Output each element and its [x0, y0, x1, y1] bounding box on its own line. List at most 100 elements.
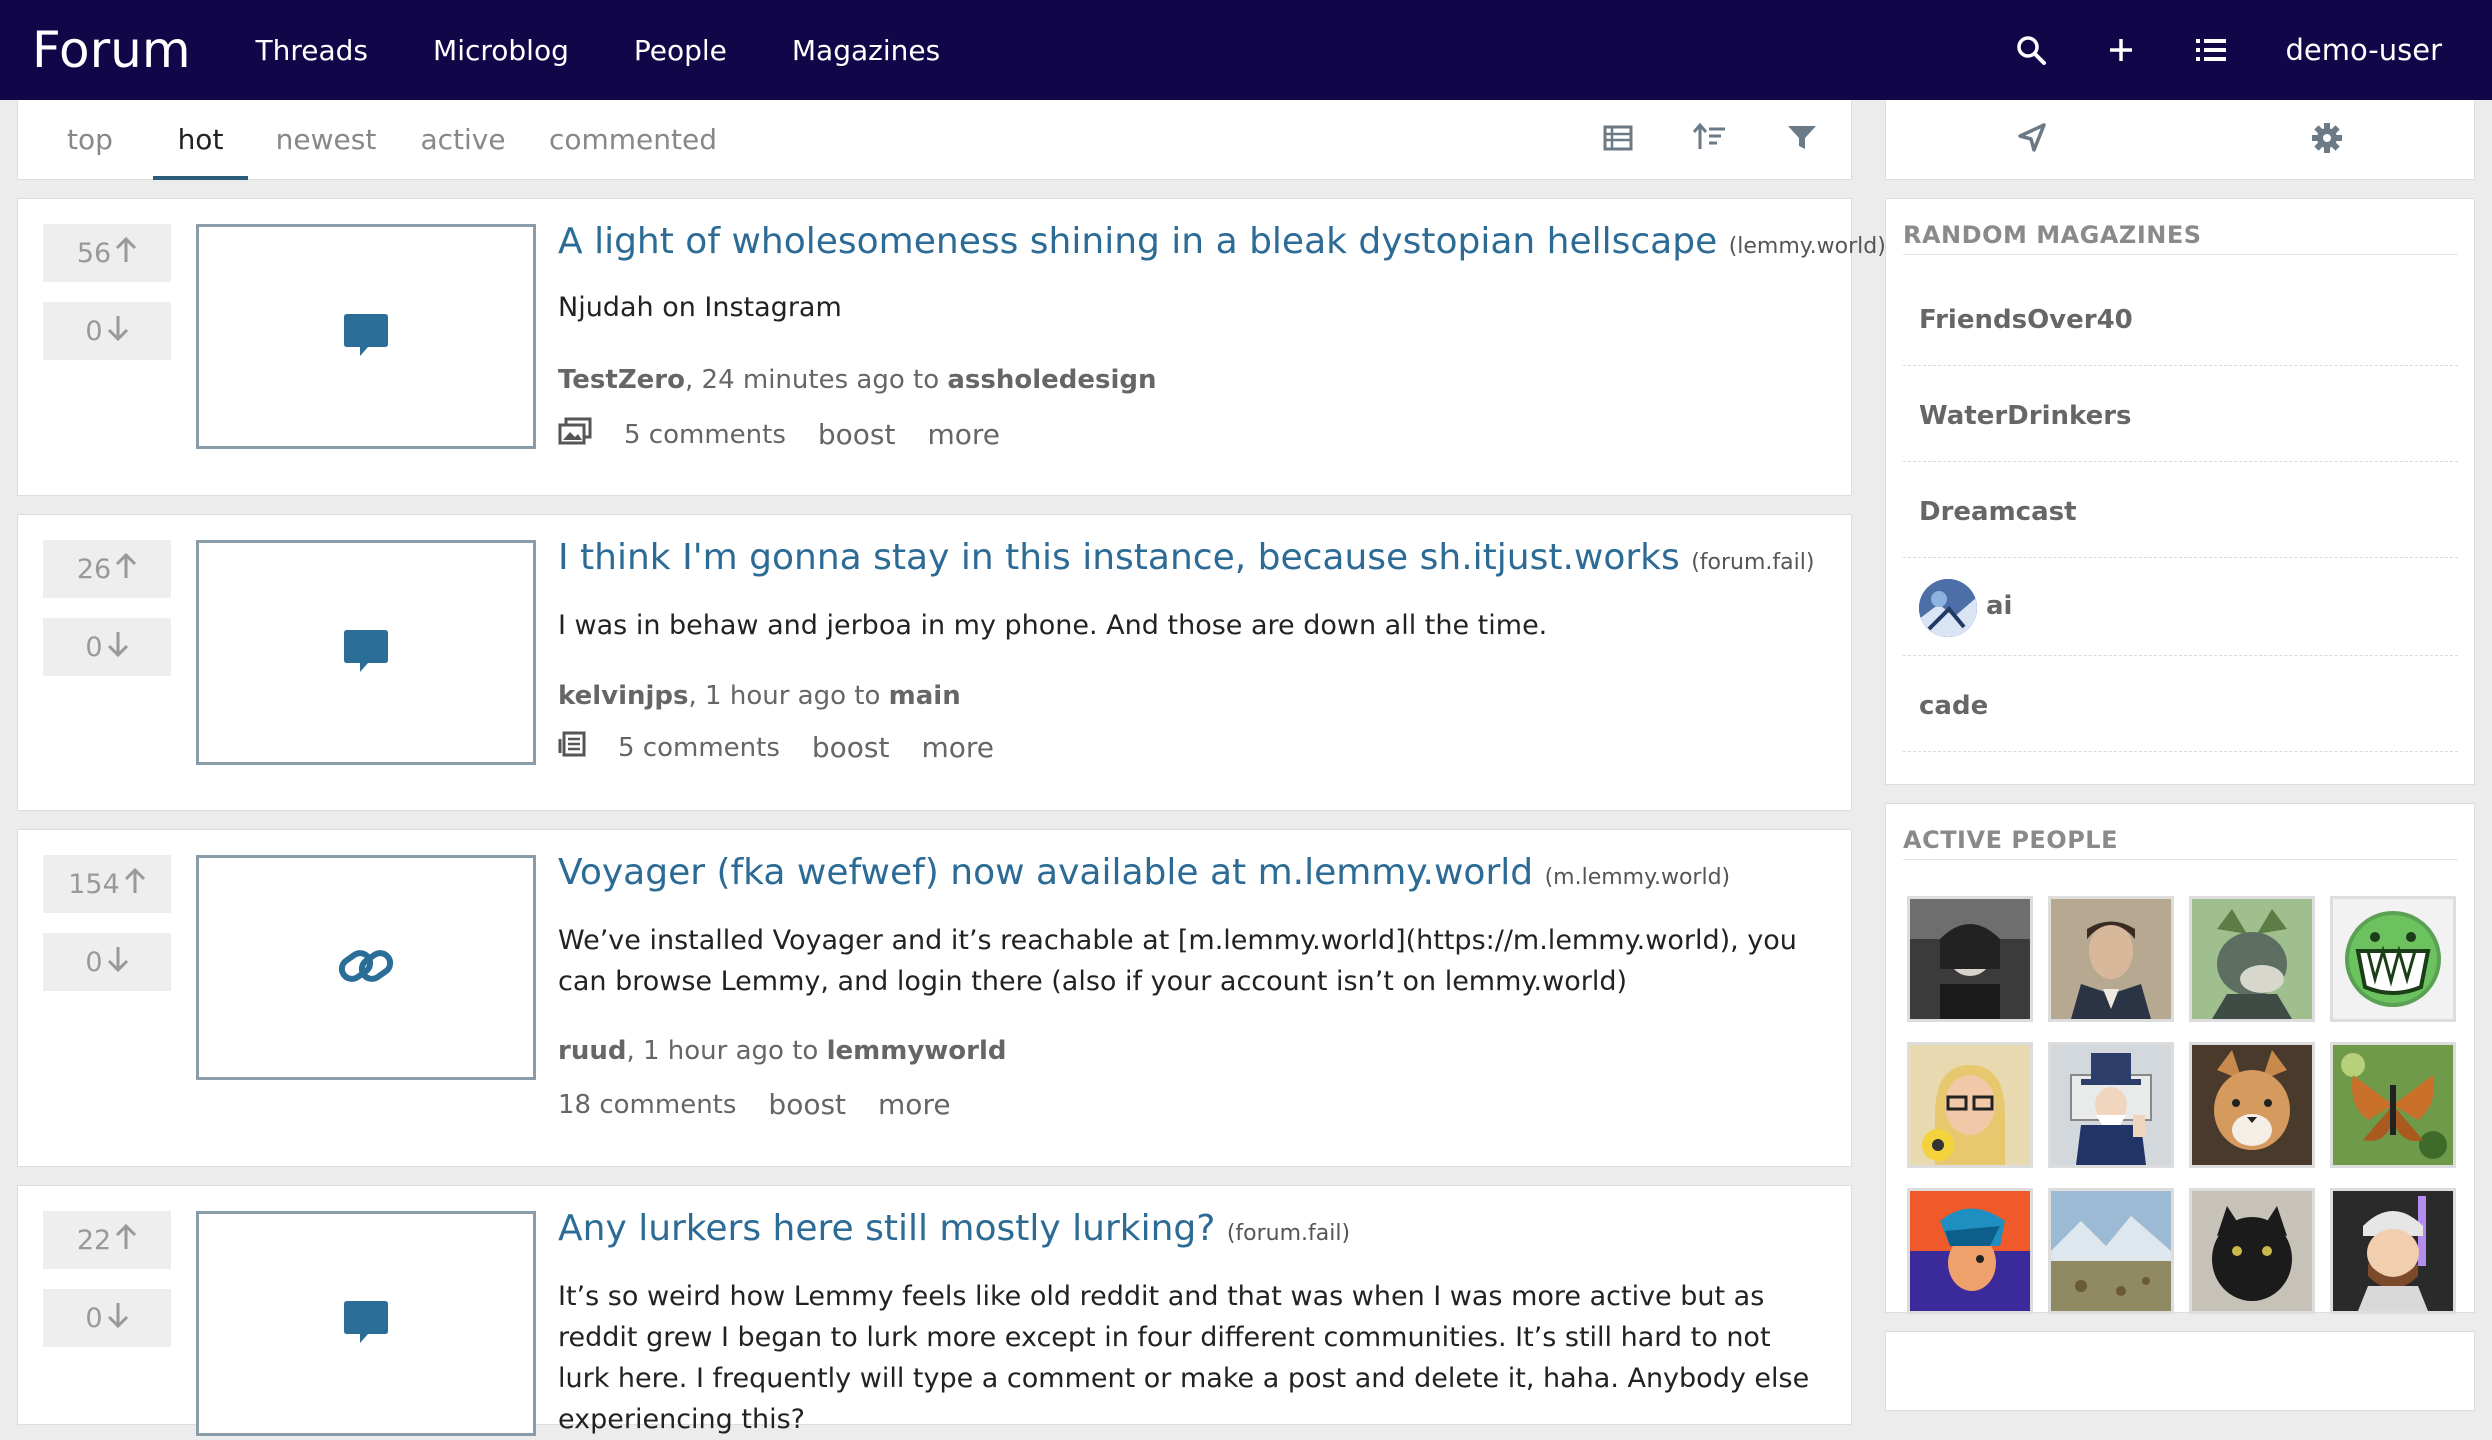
post-actions: 5 comments boost more: [558, 731, 1026, 764]
comment-icon: [342, 1299, 390, 1349]
nav-microblog[interactable]: Microblog: [433, 34, 569, 67]
post-domain[interactable]: (lemmy.world): [1729, 234, 1886, 259]
arrow-up-icon: [124, 868, 146, 901]
divider: [1903, 751, 2458, 752]
post-author[interactable]: kelvinjps: [558, 681, 689, 711]
user-menu[interactable]: demo-user: [2286, 33, 2443, 67]
upvote-button[interactable]: 154: [43, 855, 171, 913]
user-avatar[interactable]: [2330, 896, 2456, 1022]
more-button[interactable]: more: [878, 1088, 951, 1121]
more-button[interactable]: more: [928, 418, 1001, 451]
sidebar-panel: [1885, 1331, 2475, 1411]
post-card: 56 0 A light of wholesomeness shining in…: [17, 198, 1852, 496]
filter-icon[interactable]: [1786, 122, 1826, 162]
arrow-up-icon: [115, 553, 137, 586]
post-body: I was in behaw and jerboa in my phone. A…: [558, 605, 1828, 646]
boost-button[interactable]: boost: [812, 731, 890, 764]
nav-people[interactable]: People: [634, 34, 727, 67]
more-button[interactable]: more: [922, 731, 995, 764]
nav-threads[interactable]: Threads: [256, 34, 369, 67]
nav-magazines[interactable]: Magazines: [792, 34, 940, 67]
divider: [1903, 461, 2458, 462]
post-domain[interactable]: (m.lemmy.world): [1545, 865, 1731, 890]
sort-icon[interactable]: [1693, 122, 1733, 162]
magazine-link[interactable]: FriendsOver40: [1919, 305, 2133, 335]
comment-icon: [342, 628, 390, 678]
gear-icon[interactable]: [2311, 122, 2343, 158]
comments-link[interactable]: 18 comments: [558, 1090, 736, 1120]
brand-logo[interactable]: Forum: [32, 21, 191, 79]
divider: [1903, 365, 2458, 366]
post-meta: kelvinjps, 1 hour ago to main: [558, 681, 961, 711]
post-title[interactable]: I think I'm gonna stay in this instance,…: [558, 537, 1814, 578]
post-author[interactable]: ruud: [558, 1036, 626, 1066]
downvote-button[interactable]: 0: [43, 1289, 171, 1347]
downvote-button[interactable]: 0: [43, 933, 171, 991]
user-avatar[interactable]: [2330, 1042, 2456, 1168]
post-title[interactable]: A light of wholesomeness shining in a bl…: [558, 221, 1886, 262]
comment-icon: [342, 312, 390, 362]
user-avatar[interactable]: [2330, 1188, 2456, 1314]
tab-newest[interactable]: newest: [266, 100, 386, 180]
sidebar-actions: [1885, 100, 2475, 180]
post-card: 22 0 Any lurkers here still mostly lurki…: [17, 1185, 1852, 1425]
magazine-link[interactable]: WaterDrinkers: [1919, 401, 2132, 431]
divider: [1903, 254, 2458, 255]
upvote-button[interactable]: 26: [43, 540, 171, 598]
magazine-link[interactable]: ai: [1986, 591, 2012, 621]
downvote-button[interactable]: 0: [43, 618, 171, 676]
user-avatar[interactable]: [1907, 896, 2033, 1022]
tab-commented[interactable]: commented: [538, 100, 728, 180]
comments-link[interactable]: 5 comments: [618, 733, 780, 763]
post-meta: ruud, 1 hour ago to lemmyworld: [558, 1036, 1007, 1066]
user-avatar[interactable]: [2048, 1042, 2174, 1168]
post-domain[interactable]: (forum.fail): [1227, 1221, 1350, 1246]
user-avatar[interactable]: [2189, 1042, 2315, 1168]
post-card: 26 0 I think I'm gonna stay in this inst…: [17, 514, 1852, 811]
boost-button[interactable]: boost: [818, 418, 896, 451]
user-avatar[interactable]: [2048, 896, 2174, 1022]
user-avatar[interactable]: [1907, 1188, 2033, 1314]
downvote-button[interactable]: 0: [43, 302, 171, 360]
post-body: We’ve installed Voyager and it’s reachab…: [558, 920, 1828, 1002]
post-thumbnail[interactable]: [196, 1211, 536, 1436]
active-people-heading: ACTIVE PEOPLE: [1903, 826, 2118, 854]
post-magazine[interactable]: lemmyworld: [827, 1036, 1007, 1066]
post-domain[interactable]: (forum.fail): [1691, 550, 1814, 575]
list-icon[interactable]: [2166, 0, 2256, 100]
magazine-link[interactable]: Dreamcast: [1919, 497, 2077, 527]
post-meta: TestZero, 24 minutes ago to assholedesig…: [558, 365, 1157, 395]
boost-button[interactable]: boost: [768, 1088, 846, 1121]
post-title[interactable]: Any lurkers here still mostly lurking? (…: [558, 1208, 1350, 1249]
post-card: 154 0 Voyager (fka wefwef) now available…: [17, 829, 1852, 1167]
post-thumbnail[interactable]: [196, 855, 536, 1080]
plus-icon[interactable]: [2076, 0, 2166, 100]
upvote-count: 22: [77, 1225, 111, 1256]
user-avatar[interactable]: [1907, 1042, 2033, 1168]
upvote-button[interactable]: 56: [43, 224, 171, 282]
user-avatar[interactable]: [2048, 1188, 2174, 1314]
divider: [1903, 557, 2458, 558]
search-icon[interactable]: [1986, 0, 2076, 100]
magazine-link[interactable]: cade: [1919, 691, 1988, 721]
article-icon: [558, 731, 586, 764]
post-author[interactable]: TestZero: [558, 365, 685, 395]
post-magazine[interactable]: assholedesign: [947, 365, 1156, 395]
comments-link[interactable]: 5 comments: [624, 420, 786, 450]
tab-active[interactable]: active: [408, 100, 518, 180]
tab-hot[interactable]: hot: [153, 100, 248, 180]
divider: [1903, 859, 2458, 860]
post-magazine[interactable]: main: [889, 681, 961, 711]
tab-top[interactable]: top: [45, 100, 135, 180]
send-icon[interactable]: [2016, 122, 2048, 158]
magazine-avatar: [1919, 579, 1977, 637]
top-navbar: Forum Threads Microblog People Magazines…: [0, 0, 2492, 100]
user-avatar[interactable]: [2189, 896, 2315, 1022]
upvote-button[interactable]: 22: [43, 1211, 171, 1269]
arrow-down-icon: [107, 1302, 129, 1335]
post-title[interactable]: Voyager (fka wefwef) now available at m.…: [558, 852, 1730, 893]
post-thumbnail[interactable]: [196, 224, 536, 449]
post-thumbnail[interactable]: [196, 540, 536, 765]
view-table-icon[interactable]: [1603, 122, 1643, 162]
user-avatar[interactable]: [2189, 1188, 2315, 1314]
